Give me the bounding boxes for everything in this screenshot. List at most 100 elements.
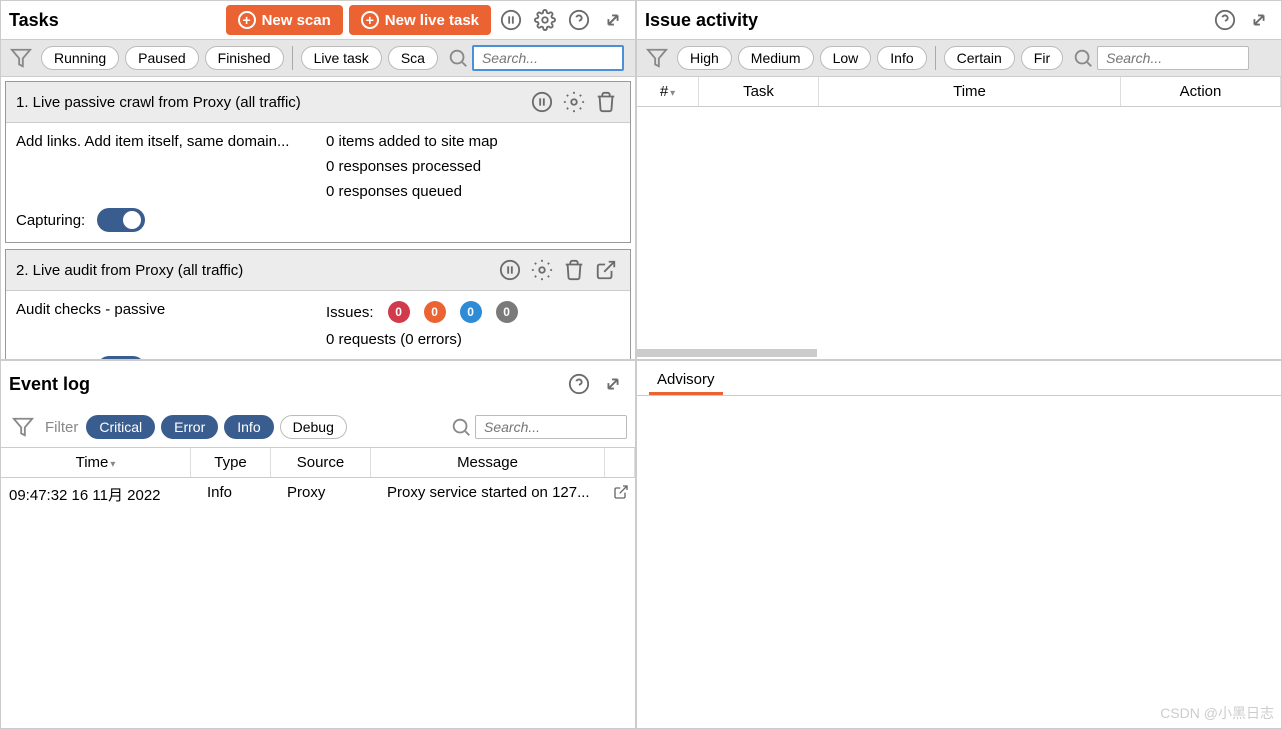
trash-icon[interactable] xyxy=(560,256,588,284)
expand-icon[interactable] xyxy=(599,6,627,34)
gear-icon[interactable] xyxy=(528,256,556,284)
stat-line: 0 items added to site map xyxy=(326,133,620,150)
new-scan-button[interactable]: +New scan xyxy=(226,5,343,35)
pause-icon[interactable] xyxy=(496,256,524,284)
issue-activity-panel: Issue activity High Medium Low Info Cert… xyxy=(636,0,1282,360)
help-icon[interactable] xyxy=(565,370,593,398)
gear-icon[interactable] xyxy=(560,88,588,116)
task-stats: Issues: 0 0 0 0 0 requests (0 errors) xyxy=(326,301,620,348)
task-list: 1. Live passive crawl from Proxy (all tr… xyxy=(1,77,635,359)
event-popout[interactable] xyxy=(605,478,635,511)
help-icon[interactable] xyxy=(565,6,593,34)
col-time[interactable]: Time▾ xyxy=(1,448,191,477)
capturing-row: Capturing: xyxy=(16,356,310,359)
issue-table-body xyxy=(637,107,1281,359)
search-icon xyxy=(447,413,475,441)
filter-high[interactable]: High xyxy=(677,46,732,70)
task-title: 1. Live passive crawl from Proxy (all tr… xyxy=(16,94,524,111)
gear-icon[interactable] xyxy=(531,6,559,34)
filter-icon[interactable] xyxy=(643,44,671,72)
advisory-tabs: Advisory xyxy=(637,361,1281,396)
tasks-header: Tasks +New scan +New live task xyxy=(1,1,635,39)
col-action[interactable]: Action xyxy=(1121,77,1281,106)
capturing-toggle[interactable] xyxy=(97,208,145,232)
capturing-toggle[interactable] xyxy=(97,356,145,359)
eventlog-search-input[interactable] xyxy=(475,415,627,439)
plus-icon: + xyxy=(238,11,256,29)
filter-running[interactable]: Running xyxy=(41,46,119,70)
advisory-panel: Advisory xyxy=(636,360,1282,729)
event-row[interactable]: 09:47:32 16 11月 2022 Info Proxy Proxy se… xyxy=(1,478,635,511)
tasks-search-input[interactable] xyxy=(472,45,624,71)
issue-title: Issue activity xyxy=(645,10,758,31)
filter-live-task[interactable]: Live task xyxy=(301,46,382,70)
expand-icon[interactable] xyxy=(599,370,627,398)
level-error[interactable]: Error xyxy=(161,415,218,439)
filter-icon[interactable] xyxy=(7,44,35,72)
col-source[interactable]: Source xyxy=(271,448,371,477)
separator xyxy=(935,46,936,70)
event-log-panel: Event log Filter Critical Error Info Deb… xyxy=(0,360,636,729)
sort-icon: ▾ xyxy=(110,459,115,470)
issue-search-input[interactable] xyxy=(1097,46,1249,70)
stat-line: 0 responses queued xyxy=(326,183,620,200)
trash-icon[interactable] xyxy=(592,88,620,116)
level-debug[interactable]: Debug xyxy=(280,415,347,439)
issue-badge-high: 0 xyxy=(388,301,410,323)
pause-icon[interactable] xyxy=(497,6,525,34)
task-stats: 0 items added to site map 0 responses pr… xyxy=(326,133,620,200)
pause-icon[interactable] xyxy=(528,88,556,116)
col-message[interactable]: Message xyxy=(371,448,605,477)
filter-paused[interactable]: Paused xyxy=(125,46,198,70)
level-critical[interactable]: Critical xyxy=(86,415,155,439)
filter-finished[interactable]: Finished xyxy=(205,46,284,70)
level-info[interactable]: Info xyxy=(224,415,273,439)
issue-search xyxy=(1069,44,1249,72)
event-type: Info xyxy=(191,478,271,511)
plus-icon: + xyxy=(361,11,379,29)
tab-advisory[interactable]: Advisory xyxy=(649,367,723,395)
requests-line: 0 requests (0 errors) xyxy=(326,331,620,348)
new-live-task-button[interactable]: + New live task xyxy=(349,5,491,35)
filter-firm[interactable]: Fir xyxy=(1021,46,1063,70)
stat-line: 0 responses processed xyxy=(326,158,620,175)
eventlog-search xyxy=(447,413,627,441)
col-task[interactable]: Task xyxy=(699,77,819,106)
col-time[interactable]: Time xyxy=(819,77,1121,106)
eventlog-table-header: Time▾ Type Source Message xyxy=(1,447,635,478)
filter-medium[interactable]: Medium xyxy=(738,46,814,70)
filter-scan[interactable]: Sca xyxy=(388,46,438,70)
issue-badge-medium: 0 xyxy=(424,301,446,323)
filter-info[interactable]: Info xyxy=(877,46,926,70)
issue-filter-bar: High Medium Low Info Certain Fir xyxy=(637,39,1281,77)
filter-certain[interactable]: Certain xyxy=(944,46,1015,70)
tasks-panel: Tasks +New scan +New live task Running P… xyxy=(0,0,636,360)
capturing-label: Capturing: xyxy=(16,212,85,229)
filter-icon[interactable] xyxy=(9,413,37,441)
task-card-header: 2. Live audit from Proxy (all traffic) xyxy=(6,250,630,291)
event-time: 09:47:32 16 11月 2022 xyxy=(1,478,191,511)
task-card-header: 1. Live passive crawl from Proxy (all tr… xyxy=(6,82,630,123)
filter-low[interactable]: Low xyxy=(820,46,872,70)
issues-row: Issues: 0 0 0 0 xyxy=(326,301,620,323)
event-message: Proxy service started on 127... xyxy=(371,478,605,511)
col-actions xyxy=(605,448,635,477)
task-card-body: Audit checks - passive Issues: 0 0 0 0 0… xyxy=(6,291,630,359)
eventlog-title: Event log xyxy=(9,374,90,395)
issue-header: Issue activity xyxy=(637,1,1281,39)
task-card: 2. Live audit from Proxy (all traffic) A… xyxy=(5,249,631,359)
search-icon xyxy=(444,44,472,72)
eventlog-header: Event log xyxy=(1,361,635,407)
expand-icon[interactable] xyxy=(1245,6,1273,34)
new-live-label: New live task xyxy=(385,12,479,29)
popout-icon[interactable] xyxy=(592,256,620,284)
tasks-filter-bar: Running Paused Finished Live task Sca xyxy=(1,39,635,77)
col-num[interactable]: #▾ xyxy=(637,77,699,106)
issue-badge-info: 0 xyxy=(496,301,518,323)
eventlog-filter-bar: Filter Critical Error Info Debug xyxy=(1,407,635,447)
tasks-search xyxy=(444,44,624,72)
watermark: CSDN @小黑日志 xyxy=(1160,703,1274,723)
help-icon[interactable] xyxy=(1211,6,1239,34)
task-desc: Add links. Add item itself, same domain.… xyxy=(16,133,310,150)
col-type[interactable]: Type xyxy=(191,448,271,477)
